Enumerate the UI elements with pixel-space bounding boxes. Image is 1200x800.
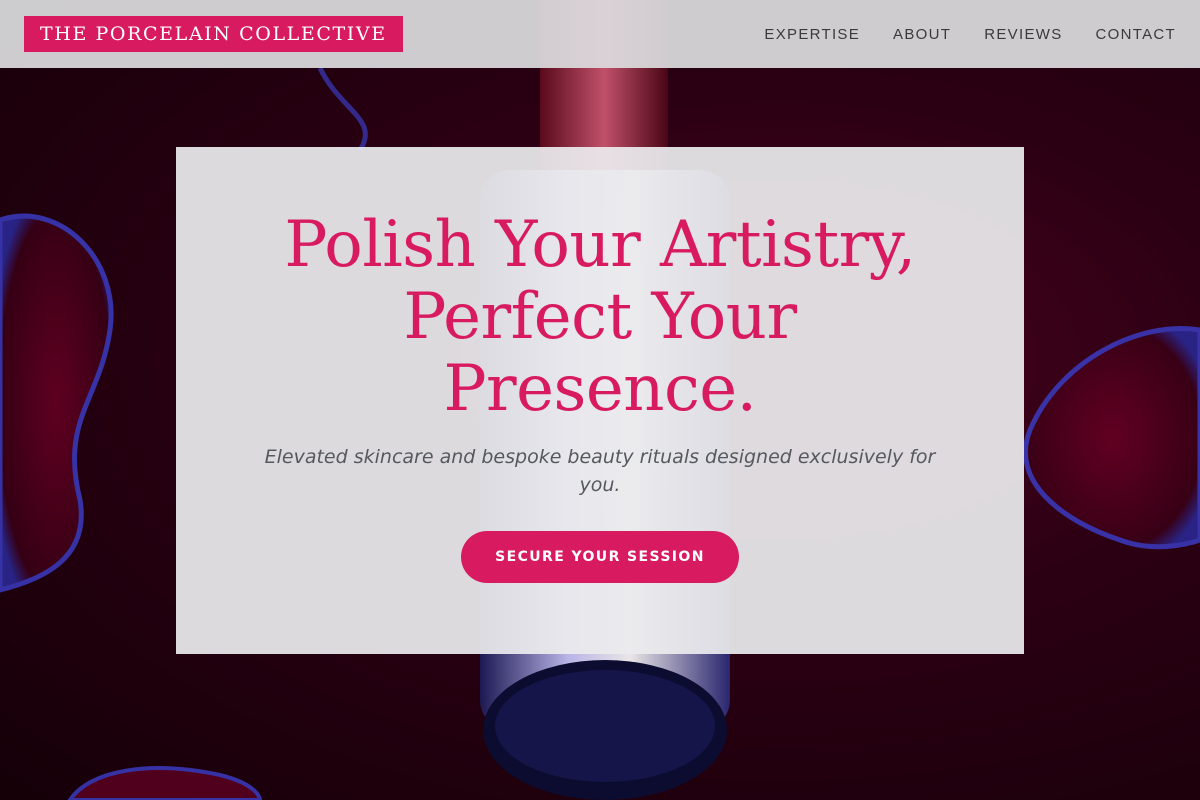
hero-subtitle: Elevated skincare and bespoke beauty rit… [264,446,936,496]
nav-reviews[interactable]: REVIEWS [984,26,1062,43]
brand-logo[interactable]: THE PORCELAIN COLLECTIVE [24,16,403,52]
nav-expertise[interactable]: EXPERTISE [764,26,860,43]
hero-title-line-1: Polish Your Artistry, [284,208,916,282]
secure-session-button[interactable]: SECURE YOUR SESSION [461,531,739,583]
hero-title-line-2: Perfect Your [403,280,797,354]
hero-title: Polish Your Artistry, Perfect Your Prese… [176,209,1024,425]
landing-page: THE PORCELAIN COLLECTIVE EXPERTISE ABOUT… [0,0,1200,800]
site-header: THE PORCELAIN COLLECTIVE EXPERTISE ABOUT… [0,0,1200,68]
hero-title-line-3: Presence. [443,352,757,426]
hero-card: Polish Your Artistry, Perfect Your Prese… [176,147,1024,654]
nav-about[interactable]: ABOUT [893,26,951,43]
nav-contact[interactable]: CONTACT [1096,26,1176,43]
main-nav: EXPERTISE ABOUT REVIEWS CONTACT [764,0,1176,68]
